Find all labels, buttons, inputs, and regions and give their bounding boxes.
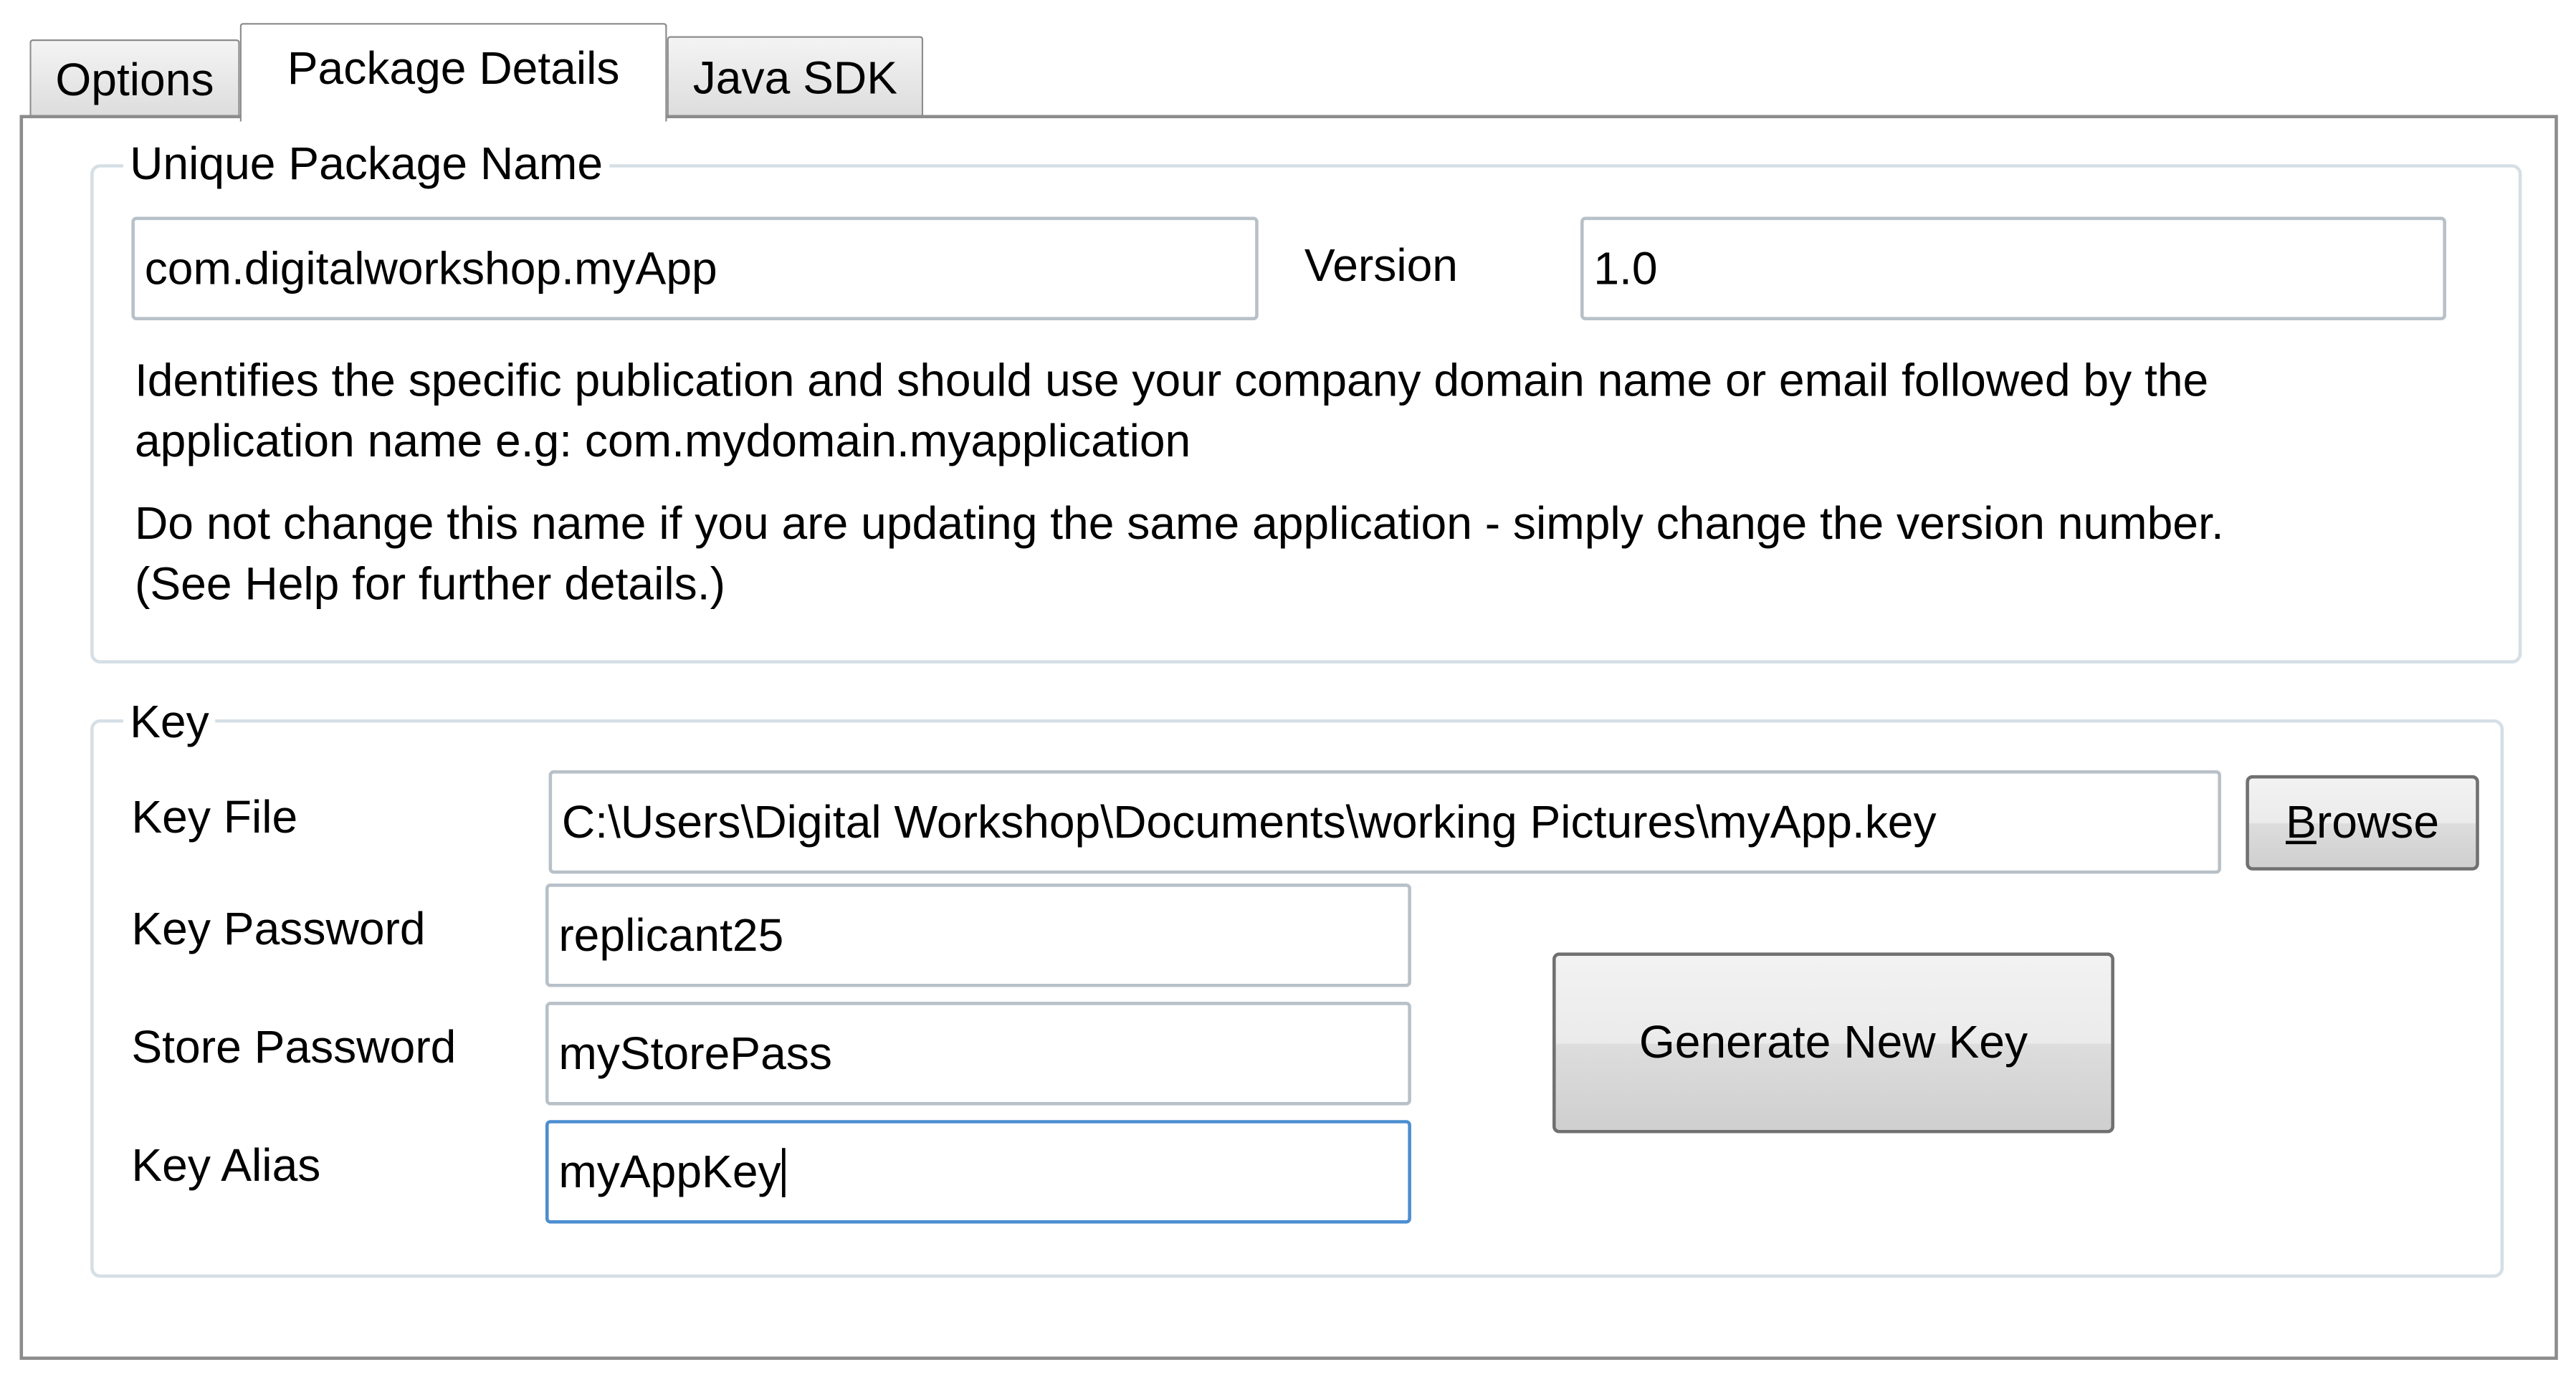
package-note-line-2: (See Help for further details.) <box>134 558 725 610</box>
package-description-line-1: Identifies the specific publication and … <box>134 355 2209 406</box>
package-name-value: com.digitalworkshop.myApp <box>144 242 717 294</box>
key-alias-label: Key Alias <box>131 1139 321 1191</box>
tab-page-package-details: Unique Package Name com.digitalworkshop.… <box>19 115 2558 1360</box>
key-file-input[interactable]: C:\Users\Digital Workshop\Documents\work… <box>548 770 2221 874</box>
key-alias-input[interactable]: myAppKey <box>545 1120 1411 1224</box>
store-password-label: Store Password <box>131 1021 457 1073</box>
package-note: Do not change this name if you are updat… <box>135 493 2224 615</box>
key-password-input[interactable]: replicant25 <box>545 883 1411 987</box>
tab-options[interactable]: Options <box>29 39 240 119</box>
generate-new-key-button[interactable]: Generate New Key <box>1552 952 2114 1134</box>
version-input[interactable]: 1.0 <box>1580 216 2446 320</box>
key-password-label: Key Password <box>131 903 426 954</box>
browse-button-label: Browse <box>2285 796 2440 848</box>
version-label: Version <box>1304 239 1459 291</box>
version-value: 1.0 <box>1593 242 1658 294</box>
key-alias-value: myAppKey <box>558 1145 781 1197</box>
tab-package-details[interactable]: Package Details <box>239 23 667 122</box>
text-caret <box>782 1147 786 1197</box>
package-description-line-2: application name e.g: com.mydomain.myapp… <box>134 415 1191 466</box>
key-file-value: C:\Users\Digital Workshop\Documents\work… <box>561 795 1937 847</box>
package-description: Identifies the specific publication and … <box>135 350 2208 471</box>
store-password-value: myStorePass <box>558 1027 832 1078</box>
tab-options-label: Options <box>55 53 214 105</box>
store-password-input[interactable]: myStorePass <box>545 1002 1411 1106</box>
package-details-dialog: Options Package Details Java SDK Unique … <box>0 0 2576 1375</box>
key-file-label: Key File <box>131 791 298 843</box>
tab-java-sdk-label: Java SDK <box>692 52 898 103</box>
package-note-line-1: Do not change this name if you are updat… <box>134 497 2224 549</box>
generate-new-key-label: Generate New Key <box>1638 1016 2028 1068</box>
tab-java-sdk[interactable]: Java SDK <box>667 36 924 119</box>
browse-button[interactable]: Browse <box>2246 775 2479 871</box>
unique-package-name-legend: Unique Package Name <box>123 140 610 188</box>
tab-package-details-label: Package Details <box>287 42 620 93</box>
key-legend: Key <box>123 699 216 746</box>
key-password-value: replicant25 <box>558 909 784 960</box>
package-name-input[interactable]: com.digitalworkshop.myApp <box>131 216 1259 320</box>
